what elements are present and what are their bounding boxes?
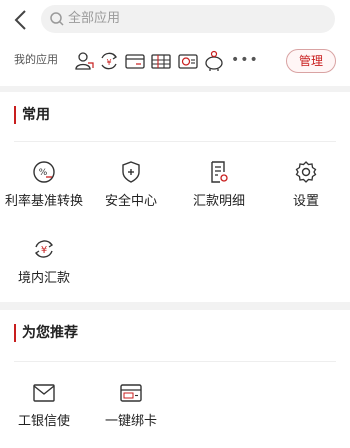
tile-label: 设置 <box>292 194 319 209</box>
shield-plus-icon <box>122 161 140 183</box>
tile-label: 汇款明细 <box>192 194 245 209</box>
tile-label: 工银信使 <box>17 414 70 429</box>
search-icon <box>50 12 64 26</box>
my-apps-label: 我的应用 <box>14 53 58 66</box>
divider <box>14 361 336 362</box>
person-icon[interactable] <box>73 50 95 72</box>
domestic-remittance-tile[interactable]: ¥ 境内汇款 <box>0 237 88 287</box>
yuan-transfer-icon: ¥ <box>34 240 54 258</box>
gear-icon <box>295 161 317 183</box>
remittance-details-tile[interactable]: 汇款明细 <box>175 160 263 210</box>
recommended-section: 为您推荐 工银信使 一键绑卡 <box>0 310 350 448</box>
document-list-icon <box>211 161 228 183</box>
security-center-tile[interactable]: 安全中心 <box>87 160 175 210</box>
tile-label: 境内汇款 <box>17 271 70 286</box>
common-section: 常用 % 利率基准转换 安全中心 汇款明细 设置 ¥ 境内汇款 <box>0 92 350 302</box>
envelope-icon <box>33 384 55 402</box>
rate-benchmark-conversion-tile[interactable]: % 利率基准转换 <box>0 160 88 210</box>
manage-button[interactable]: 管理 <box>286 49 336 73</box>
piggy-bank-icon[interactable] <box>203 50 225 72</box>
more-apps-icon[interactable]: ••• <box>231 51 259 69</box>
tile-label: 安全中心 <box>104 194 157 209</box>
card-icon[interactable] <box>124 50 146 72</box>
yuan-exchange-icon[interactable]: ¥ <box>98 50 120 72</box>
back-arrow-icon[interactable] <box>12 9 32 31</box>
tile-label: 一键绑卡 <box>104 414 157 429</box>
top-bar: 全部应用 我的应用 ¥ ••• 管理 <box>0 0 350 86</box>
divider <box>14 141 336 142</box>
pay-card-icon <box>120 384 142 402</box>
svg-text:¥: ¥ <box>41 245 47 256</box>
section-title-recommended: 为您推荐 <box>14 324 78 342</box>
icbc-messenger-tile[interactable]: 工银信使 <box>0 382 88 430</box>
tile-label: 利率基准转换 <box>4 194 83 209</box>
fund-chart-icon[interactable] <box>177 50 199 72</box>
percent-exchange-icon: % <box>33 161 55 183</box>
search-bar[interactable]: 全部应用 <box>41 5 335 33</box>
settings-tile[interactable]: 设置 <box>262 160 350 210</box>
one-click-bind-card-tile[interactable]: 一键绑卡 <box>87 382 175 430</box>
passbook-icon[interactable] <box>150 50 172 72</box>
section-title-common: 常用 <box>14 106 50 124</box>
search-placeholder: 全部应用 <box>68 11 121 26</box>
svg-text:¥: ¥ <box>106 58 111 67</box>
